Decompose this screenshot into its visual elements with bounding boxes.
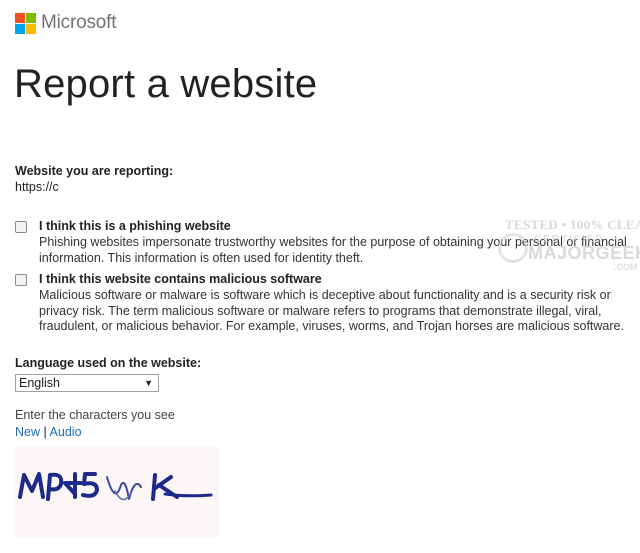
brand-name: Microsoft: [41, 12, 117, 33]
microsoft-logo[interactable]: Microsoft: [15, 12, 116, 34]
captcha-links: New | Audio: [15, 425, 82, 439]
language-label: Language used on the website:: [15, 356, 202, 370]
captcha-image: [15, 447, 219, 537]
malware-option[interactable]: I think this website contains malicious …: [15, 272, 630, 338]
page-title: Report a website: [14, 62, 318, 106]
phishing-option-title: I think this is a phishing website: [39, 219, 231, 233]
malware-option-description: Malicious software or malware is softwar…: [39, 288, 624, 333]
phishing-checkbox[interactable]: [15, 221, 27, 233]
majorgeeks-watermark: TESTED • 100% CLEAN CERTIFIED MAJORGEEKS…: [498, 217, 640, 272]
website-url-value: https://c: [15, 180, 59, 194]
microsoft-logo-icon: [15, 12, 36, 34]
language-select[interactable]: English ▼: [15, 374, 159, 392]
captcha-prompt: Enter the characters you see: [15, 408, 175, 422]
captcha-new-link[interactable]: New: [15, 425, 40, 439]
captcha-glyphs: [18, 472, 213, 501]
watermark-line1: TESTED • 100% CLEAN: [505, 217, 640, 232]
dropdown-arrow-icon: ▼: [144, 378, 153, 388]
watermark-line3: MAJORGEEKS: [528, 243, 640, 263]
malware-checkbox[interactable]: [15, 274, 27, 286]
website-field-label: Website you are reporting:: [15, 164, 174, 178]
watermark-line4: .COM: [614, 262, 638, 272]
malware-option-title: I think this website contains malicious …: [39, 272, 322, 286]
captcha-link-separator: |: [43, 425, 47, 439]
language-selected-value: English: [19, 376, 60, 390]
watermark-seal-icon: [498, 233, 528, 263]
captcha-audio-link[interactable]: Audio: [50, 425, 82, 439]
